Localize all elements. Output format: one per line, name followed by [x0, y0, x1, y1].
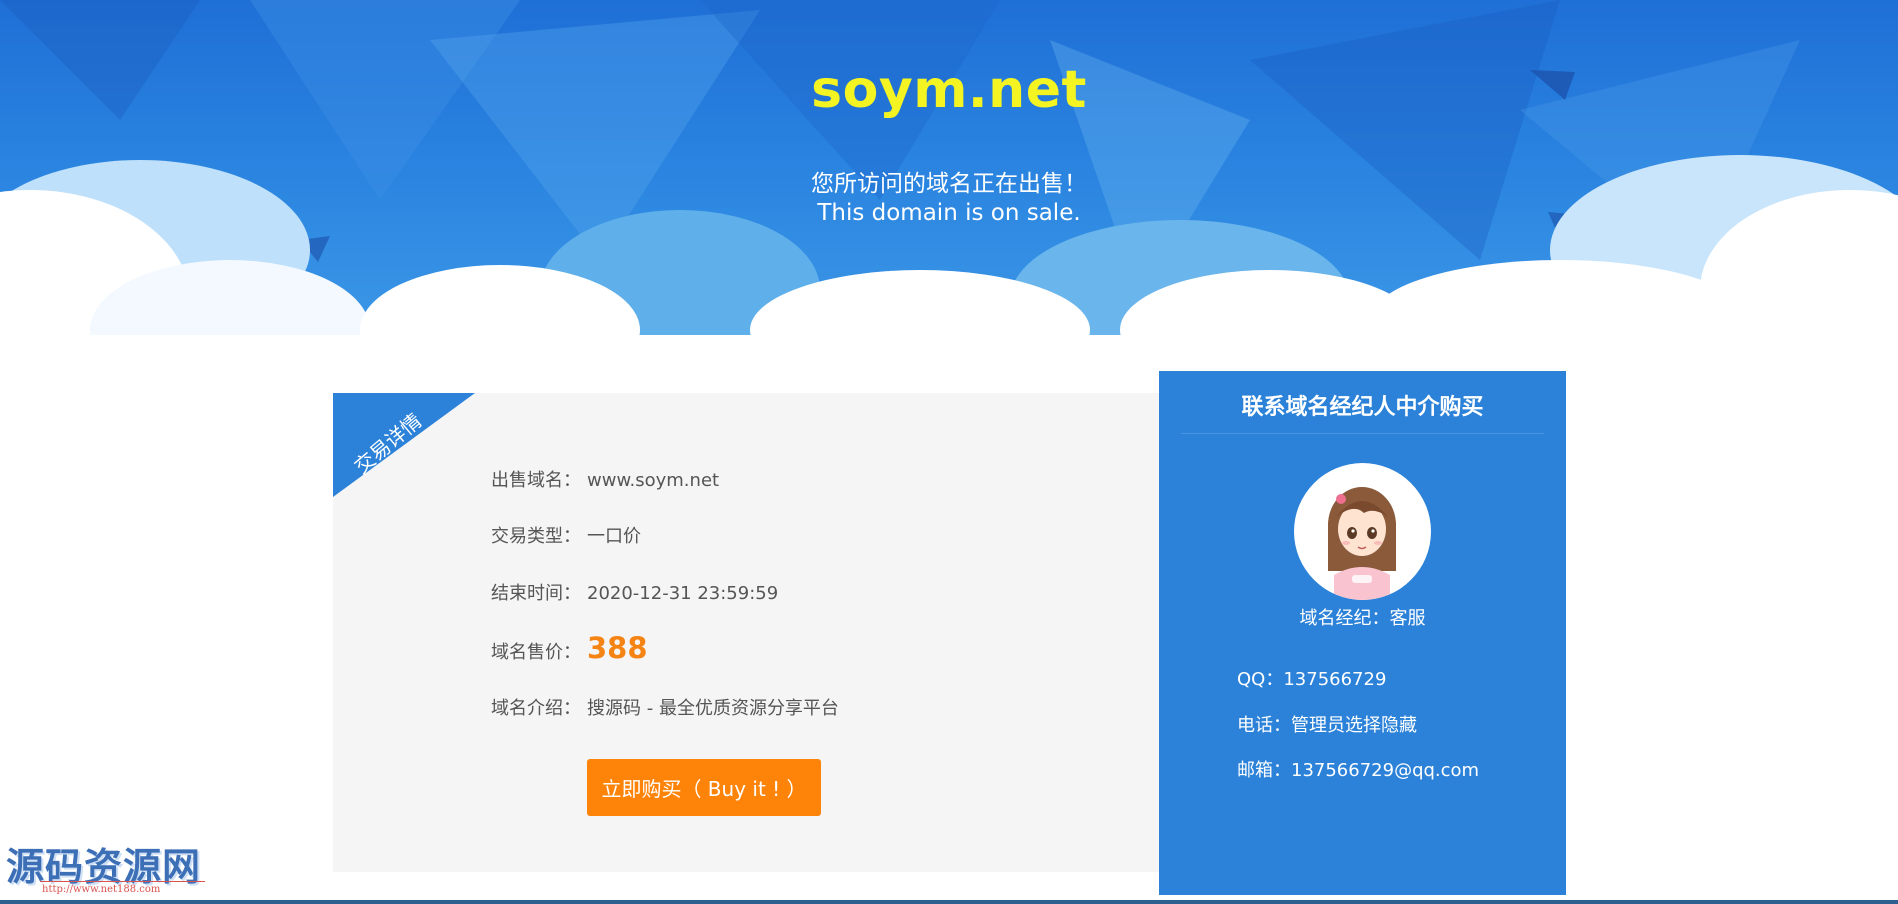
sale-notice-cn: 您所访问的域名正在出售！ [811, 171, 1087, 197]
value-domain: www.soym.net [587, 470, 720, 491]
value-trade-type: 一口价 [587, 526, 641, 547]
transaction-detail-panel: 交易详情 出售域名： www.soym.net 交易类型： 一口价 结束时间： … [333, 393, 1159, 872]
row-trade-type: 交易类型： 一口价 [491, 522, 641, 548]
page: soym.net 您所访问的域名正在出售！ This domain is on … [0, 0, 1898, 904]
watermark-underline [40, 881, 205, 882]
broker-panel-title: 联系域名经纪人中介购买 [1241, 395, 1484, 420]
row-intro: 域名介绍： 搜源码 - 最全优质资源分享平台 [491, 694, 839, 720]
avatar-girl-icon [1328, 487, 1396, 600]
row-end-time: 结束时间： 2020-12-31 23:59:59 [491, 579, 778, 605]
label-intro: 域名介绍： [491, 698, 581, 719]
domain-title: soym.net [811, 60, 1087, 120]
value-price: 388 [587, 631, 648, 665]
broker-contact-panel: 联系域名经纪人中介购买 域名经纪：客服 QQ：137566729 电话：管理员选… [1159, 371, 1566, 895]
label-price: 域名售价： [491, 642, 581, 663]
watermark-url: http://www.net188.com [42, 884, 161, 895]
broker-email[interactable]: 邮箱：137566729@qq.com [1237, 756, 1479, 782]
row-domain: 出售域名： www.soym.net [491, 466, 719, 492]
label-trade-type: 交易类型： [491, 526, 581, 547]
label-domain: 出售域名： [491, 470, 581, 491]
broker-qq: QQ：137566729 [1237, 669, 1387, 690]
hero-banner: soym.net 您所访问的域名正在出售！ This domain is on … [0, 0, 1898, 370]
row-price: 域名售价： 388 [491, 631, 648, 665]
broker-phone: 电话：管理员选择隐藏 [1237, 715, 1417, 736]
buy-now-button[interactable]: 立即购买（ Buy it ! ） [587, 759, 821, 816]
watermark-logo: 源码资源网 [6, 845, 202, 889]
value-intro: 搜源码 - 最全优质资源分享平台 [587, 698, 839, 719]
value-end-time: 2020-12-31 23:59:59 [587, 583, 779, 604]
detail-ribbon: 交易详情 [333, 393, 475, 497]
label-end-time: 结束时间： [491, 583, 581, 604]
bottom-bar [0, 900, 1898, 904]
broker-avatar [1294, 463, 1431, 600]
sale-notice-en: This domain is on sale. [817, 200, 1081, 226]
broker-name: 域名经纪：客服 [1299, 608, 1426, 629]
broker-divider [1181, 433, 1544, 434]
